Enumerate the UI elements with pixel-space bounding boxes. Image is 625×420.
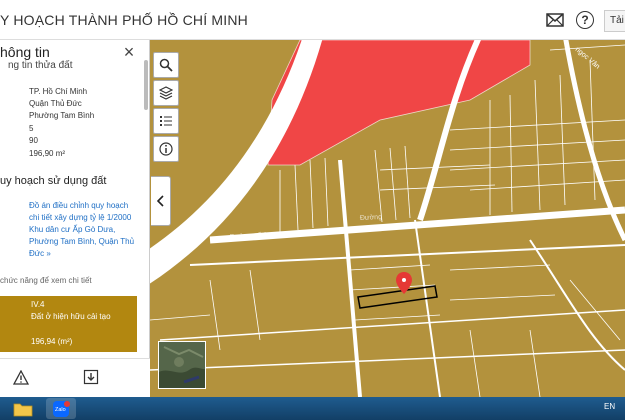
app-header: Y HOẠCH THÀNH PHỐ HỒ CHÍ MINH ? Tải <box>0 0 625 40</box>
plan-link[interactable]: Đồ án điều chỉnh quy hoạch chi tiết xây … <box>29 200 139 260</box>
download-edge-button[interactable]: Tải <box>604 10 625 32</box>
language-indicator[interactable]: EN <box>604 402 615 411</box>
zalo-icon[interactable]: Zalo <box>46 398 76 419</box>
folder-icon[interactable] <box>8 398 38 419</box>
ward-value: Phường Tam Bình <box>29 111 95 120</box>
zone-card[interactable]: IV.4 Đất ở hiện hữu cải tạo 196,94 (m²) <box>0 296 137 352</box>
legend-icon[interactable] <box>153 108 179 134</box>
parcel-number-value: 90 <box>29 136 38 145</box>
area-value: 196,90 m² <box>29 149 66 158</box>
info-panel: hông tin × ng tin thửa đất TP. Hồ Chí Mi… <box>0 40 150 397</box>
zone-code: IV.4 <box>31 300 45 309</box>
page-title: Y HOẠCH THÀNH PHỐ HỒ CHÍ MINH <box>0 12 248 28</box>
sheet-number-value: 5 <box>29 124 34 133</box>
info-icon[interactable] <box>153 136 179 162</box>
road-label-3: Đường <box>360 214 383 222</box>
district-value: Quận Thủ Đức <box>29 99 82 108</box>
panel-footer <box>0 358 150 397</box>
land-use-heading: uy hoạch sử dụng đất <box>0 175 107 187</box>
parcel-info-heading: ng tin thửa đất <box>8 60 73 71</box>
panel-scrollbar[interactable] <box>144 60 148 110</box>
warning-icon[interactable] <box>12 368 30 386</box>
download-icon[interactable] <box>82 368 100 386</box>
detail-hint: chức năng để xem chi tiết <box>0 276 92 285</box>
zone-name: Đất ở hiện hữu cải tạo <box>31 312 111 321</box>
search-icon[interactable] <box>153 52 179 78</box>
chevron-left-icon[interactable] <box>151 176 171 226</box>
layers-icon[interactable] <box>153 80 179 106</box>
panel-title: hông tin <box>0 44 50 60</box>
close-icon[interactable]: × <box>121 42 137 63</box>
envelope-icon[interactable] <box>544 9 566 31</box>
map-canvas[interactable]: Đường số 9 Đường số 9 Đường ngọc Vân <box>150 40 625 397</box>
help-icon[interactable]: ? <box>574 9 596 31</box>
basemap-thumbnail[interactable] <box>158 341 206 389</box>
zone-area: 196,94 (m²) <box>31 337 73 346</box>
taskbar: Zalo EN <box>0 397 625 420</box>
city-value: TP. Hồ Chí Minh <box>29 87 88 96</box>
svg-text:Zalo: Zalo <box>55 407 66 413</box>
